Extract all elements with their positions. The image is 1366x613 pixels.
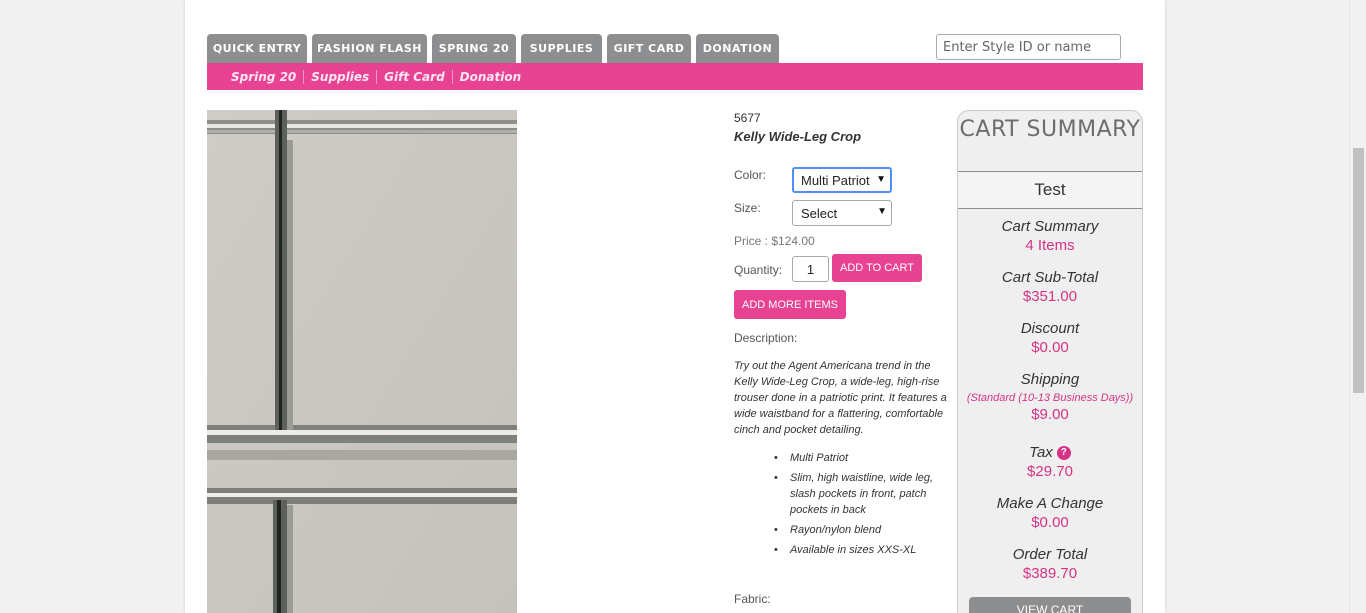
list-item: Slim, high waistline, wide leg, slash po… [774,470,952,518]
product-photo [207,110,517,613]
cart-change-row: Make A Change $0.00 [958,495,1142,531]
product-description: Try out the Agent Americana trend in the… [734,360,947,436]
color-label: Color: [734,168,767,182]
cart-discount-row: Discount $0.00 [958,320,1142,356]
vertical-scrollbar[interactable] [1349,0,1366,613]
cart-items-value: 4 Items [1025,237,1075,254]
cart-subtotal-value: $351.00 [1022,288,1078,305]
tab-supplies[interactable]: SUPPLIES [521,34,602,63]
cart-total-value: $389.70 [1022,565,1078,582]
cart-shipping-method: (Standard (10-13 Business Days)) [966,392,1134,404]
cart-subtotal-label: Cart Sub-Total [1001,269,1099,286]
tab-donation[interactable]: DONATION [696,34,779,63]
cart-discount-label: Discount [1020,320,1080,337]
style-id: 5677 [734,111,761,125]
size-select[interactable]: Select ▼ [792,200,892,226]
cart-tax-value: $29.70 [1027,463,1073,480]
list-item: Rayon/nylon blend [774,522,952,538]
cart-change-value: $0.00 [1031,514,1069,531]
cart-tax-label-wrap: Tax? [958,444,1142,461]
dropdown-arrow-icon: ▼ [874,174,886,185]
color-select-value: Multi Patriot [801,172,870,188]
add-more-items-button[interactable]: ADD MORE ITEMS [734,290,846,319]
feature-list: Multi Patriot Slim, high waistline, wide… [774,450,952,562]
fabric-label: Fabric: [734,592,771,606]
subnav-item-gift-card[interactable]: Gift Card [376,69,452,84]
product-price: Price : $124.00 [734,234,815,248]
color-select[interactable]: Multi Patriot ▼ [792,167,892,193]
cart-change-label: Make A Change [996,495,1104,512]
cart-items-row: Cart Summary 4 Items [958,218,1142,254]
tab-spring-20[interactable]: SPRING 20 [432,34,516,63]
style-search-input[interactable] [936,34,1121,60]
cart-tax-row: Tax? $29.70 [958,444,1142,480]
list-item: Available in sizes XXS-XL [774,542,952,558]
cart-tax-label: Tax [1029,444,1053,461]
quantity-input[interactable] [792,256,829,282]
add-to-cart-button[interactable]: ADD TO CART [832,254,922,282]
cart-shipping-value: $9.00 [1031,406,1069,423]
quantity-label: Quantity: [734,263,783,277]
cart-summary-panel: CART SUMMARY Test Cart Summary 4 Items C… [957,110,1143,613]
cart-items-label: Cart Summary [1001,218,1099,235]
product-name: Kelly Wide-Leg Crop [734,129,862,144]
size-label: Size: [734,201,761,215]
cart-total-row: Order Total $389.70 [958,546,1142,582]
dropdown-arrow-icon: ▼ [875,206,887,217]
cart-discount-value: $0.00 [1031,339,1069,356]
subnav-item-spring-20[interactable]: Spring 20 [224,70,303,84]
cart-subtotal-row: Cart Sub-Total $351.00 [958,269,1142,305]
tab-gift-card[interactable]: GIFT CARD [607,34,691,63]
subnav-item-supplies[interactable]: Supplies [303,69,376,84]
description-label: Description: [734,331,798,345]
cart-shipping-row: Shipping (Standard (10-13 Business Days)… [958,371,1142,423]
list-item: Multi Patriot [774,450,952,466]
subnav-item-donation[interactable]: Donation [451,69,528,84]
cart-summary-title: CART SUMMARY [959,117,1141,142]
tab-fashion-flash[interactable]: FASHION FLASH [312,34,427,63]
tab-quick-entry[interactable]: QUICK ENTRY [207,34,307,63]
help-icon[interactable]: ? [1056,446,1071,461]
cart-user-name: Test [958,171,1142,209]
cart-total-label: Order Total [1012,546,1088,563]
sub-navigation: Spring 20 Supplies Gift Card Donation [207,63,1143,90]
size-select-value: Select [801,205,838,221]
product-image [207,110,517,613]
view-cart-button[interactable]: VIEW CART [969,597,1131,613]
scrollbar-thumb[interactable] [1353,148,1364,393]
cart-shipping-label: Shipping [1020,371,1080,388]
